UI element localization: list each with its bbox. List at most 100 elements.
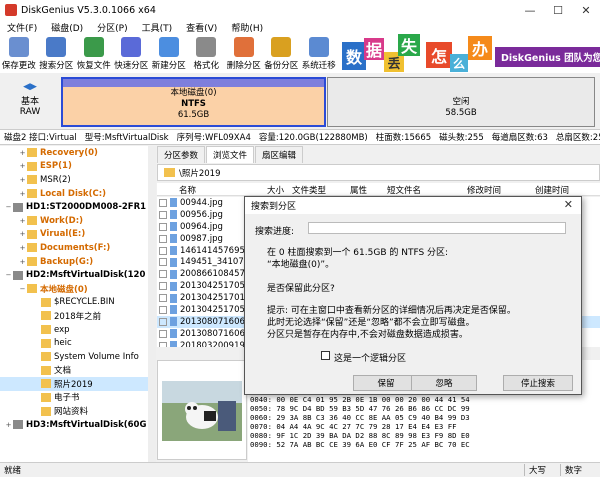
tree-item[interactable]: System Volume Info bbox=[0, 350, 155, 364]
banner-char: 据 bbox=[364, 38, 384, 60]
close-button[interactable]: ✕ bbox=[572, 0, 600, 20]
toolbar-button[interactable]: 搜索分区 bbox=[38, 35, 76, 73]
menu-item[interactable]: 帮助(H) bbox=[224, 21, 270, 34]
stop-search-button[interactable]: 停止搜索 bbox=[503, 375, 573, 391]
toolbar-button[interactable]: 格式化 bbox=[188, 35, 226, 73]
tab-browse-files[interactable]: 浏览文件 bbox=[206, 146, 255, 163]
logical-partition-label[interactable]: 这是一个逻辑分区 bbox=[334, 351, 406, 364]
tree-item[interactable]: + HD3:MsftVirtualDisk(60G bbox=[0, 418, 155, 432]
tree-item[interactable]: 2018年之前 bbox=[0, 309, 155, 323]
partition-block-local-disk[interactable]: 本地磁盘(0) NTFS 61.5GB bbox=[61, 77, 326, 127]
logical-partition-checkbox[interactable] bbox=[321, 351, 330, 360]
expand-toggle-icon[interactable]: + bbox=[18, 217, 27, 225]
file-checkbox[interactable] bbox=[159, 234, 167, 243]
tree-item[interactable]: + Backup(G:) bbox=[0, 255, 155, 269]
file-checkbox[interactable] bbox=[159, 222, 167, 231]
expand-toggle-icon[interactable]: + bbox=[18, 230, 27, 238]
disk-icon bbox=[13, 420, 23, 430]
disk-info-field: 序列号:WFL09XA4 bbox=[176, 133, 251, 143]
file-checkbox[interactable] bbox=[159, 317, 167, 326]
menu-item[interactable]: 查看(V) bbox=[179, 21, 224, 34]
expand-toggle-icon[interactable]: + bbox=[18, 258, 27, 266]
toolbar-button[interactable]: 备份分区 bbox=[263, 35, 301, 73]
nav-up-arrow-icon[interactable]: ◀▶ bbox=[4, 82, 56, 92]
file-checkbox[interactable] bbox=[159, 329, 167, 338]
tree-item[interactable]: − HD2:MsftVirtualDisk(120 bbox=[0, 268, 155, 282]
tree-scrollbar[interactable] bbox=[148, 146, 156, 462]
expand-toggle-icon[interactable]: + bbox=[18, 244, 27, 252]
toolbar-button[interactable]: 系统迁移 bbox=[300, 35, 338, 73]
tree-item[interactable]: + ESP(1) bbox=[0, 160, 155, 174]
col-modified[interactable]: 修改时间 bbox=[467, 184, 501, 196]
col-shortname[interactable]: 短文件名 bbox=[387, 184, 421, 196]
file-checkbox[interactable] bbox=[159, 210, 167, 219]
tree-item[interactable]: + Local Disk(C:) bbox=[0, 187, 155, 201]
file-checkbox[interactable] bbox=[159, 270, 167, 279]
menu-item[interactable]: 文件(F) bbox=[0, 21, 44, 34]
dialog-close-icon[interactable]: ✕ bbox=[564, 198, 573, 211]
expand-toggle-icon[interactable]: − bbox=[18, 285, 27, 293]
tab-sector-editor[interactable]: 扇区编辑 bbox=[255, 146, 304, 163]
tree-item[interactable]: 文档 bbox=[0, 364, 155, 378]
tree-item[interactable]: + Work(D:) bbox=[0, 214, 155, 228]
hex-view[interactable]: 0040: 00 0E C4 01 95 2B 0E 1B 00 00 20 0… bbox=[248, 395, 600, 462]
expand-toggle-icon[interactable]: + bbox=[18, 149, 27, 157]
file-checkbox[interactable] bbox=[159, 198, 167, 207]
tab-partition-params[interactable]: 分区参数 bbox=[157, 146, 206, 163]
tree-item-label: 照片2019 bbox=[54, 379, 93, 390]
col-type[interactable]: 文件类型 bbox=[292, 184, 326, 196]
toolbar-button[interactable]: 保存更改 bbox=[0, 35, 38, 73]
maximize-button[interactable]: ☐ bbox=[544, 0, 572, 20]
file-checkbox[interactable] bbox=[159, 294, 167, 303]
tree-item[interactable]: + MSR(2) bbox=[0, 173, 155, 187]
tree-item[interactable]: 照片2019 bbox=[0, 377, 155, 391]
file-checkbox[interactable] bbox=[159, 341, 167, 347]
file-checkbox[interactable] bbox=[159, 246, 167, 255]
toolbar-button[interactable]: 恢复文件 bbox=[75, 35, 113, 73]
menu-item[interactable]: 工具(T) bbox=[135, 21, 180, 34]
toolbar-label: 新建分区 bbox=[151, 61, 186, 71]
file-checkbox[interactable] bbox=[159, 258, 167, 267]
banner-ad[interactable]: 数 据 丢 失 怎 么 办 DiskGenius 团队为您 bbox=[340, 20, 600, 73]
tree-item[interactable]: − 本地磁盘(0) bbox=[0, 282, 155, 296]
toolbar-label: 快速分区 bbox=[114, 61, 149, 71]
tree-item[interactable]: $RECYCLE.BIN bbox=[0, 296, 155, 310]
expand-toggle-icon[interactable]: + bbox=[18, 162, 27, 170]
expand-toggle-icon[interactable]: + bbox=[4, 421, 13, 429]
col-attr[interactable]: 属性 bbox=[350, 184, 367, 196]
expand-toggle-icon[interactable]: + bbox=[18, 176, 27, 184]
toolbar-button[interactable]: 新建分区 bbox=[150, 35, 188, 73]
jpg-file-icon bbox=[170, 210, 177, 220]
toolbar-label: 格式化 bbox=[193, 61, 219, 71]
tree-item[interactable]: − HD1:ST2000DM008-2FR1 bbox=[0, 200, 155, 214]
partition-block-free[interactable]: 空闲 58.5GB bbox=[327, 77, 595, 127]
disk-tree[interactable]: + Recovery(0) + ESP(1) + MSR(2) + Local Disk(C:… bbox=[0, 146, 156, 462]
tree-item[interactable]: + Virual(E:) bbox=[0, 228, 155, 242]
keep-button[interactable]: 保留 bbox=[353, 375, 419, 391]
col-size[interactable]: 大小 bbox=[267, 184, 284, 196]
tree-item[interactable]: exp bbox=[0, 323, 155, 337]
menu-item[interactable]: 磁盘(D) bbox=[44, 21, 90, 34]
tree-item[interactable]: heic bbox=[0, 336, 155, 350]
file-list-header: 名称 大小 文件类型 属性 短文件名 修改时间 创建时间 bbox=[157, 183, 600, 196]
tree-item[interactable]: + Documents(F:) bbox=[0, 241, 155, 255]
tree-item[interactable]: + Recovery(0) bbox=[0, 146, 155, 160]
toolbar-button[interactable]: 删除分区 bbox=[225, 35, 263, 73]
col-created[interactable]: 创建时间 bbox=[535, 184, 569, 196]
file-checkbox[interactable] bbox=[159, 282, 167, 291]
minimize-button[interactable]: — bbox=[516, 0, 544, 20]
toolbar-button[interactable]: 快速分区 bbox=[113, 35, 151, 73]
col-name[interactable]: 名称 bbox=[179, 184, 196, 196]
expand-toggle-icon[interactable]: − bbox=[4, 271, 13, 279]
tree-item[interactable]: 网站资料 bbox=[0, 404, 155, 418]
progress-label: 搜索进度: bbox=[255, 227, 295, 237]
path-bar[interactable]: \照片2019 bbox=[157, 164, 600, 181]
ignore-button[interactable]: 忽略 bbox=[411, 375, 477, 391]
expand-toggle-icon[interactable]: − bbox=[4, 203, 13, 211]
menu-item[interactable]: 分区(P) bbox=[90, 21, 134, 34]
disk-nav[interactable]: ◀▶ 基本 RAW bbox=[4, 82, 56, 122]
tree-item-label: HD2:MsftVirtualDisk(120 bbox=[26, 270, 146, 281]
file-checkbox[interactable] bbox=[159, 305, 167, 314]
expand-toggle-icon[interactable]: + bbox=[18, 190, 27, 198]
tree-item[interactable]: 电子书 bbox=[0, 391, 155, 405]
